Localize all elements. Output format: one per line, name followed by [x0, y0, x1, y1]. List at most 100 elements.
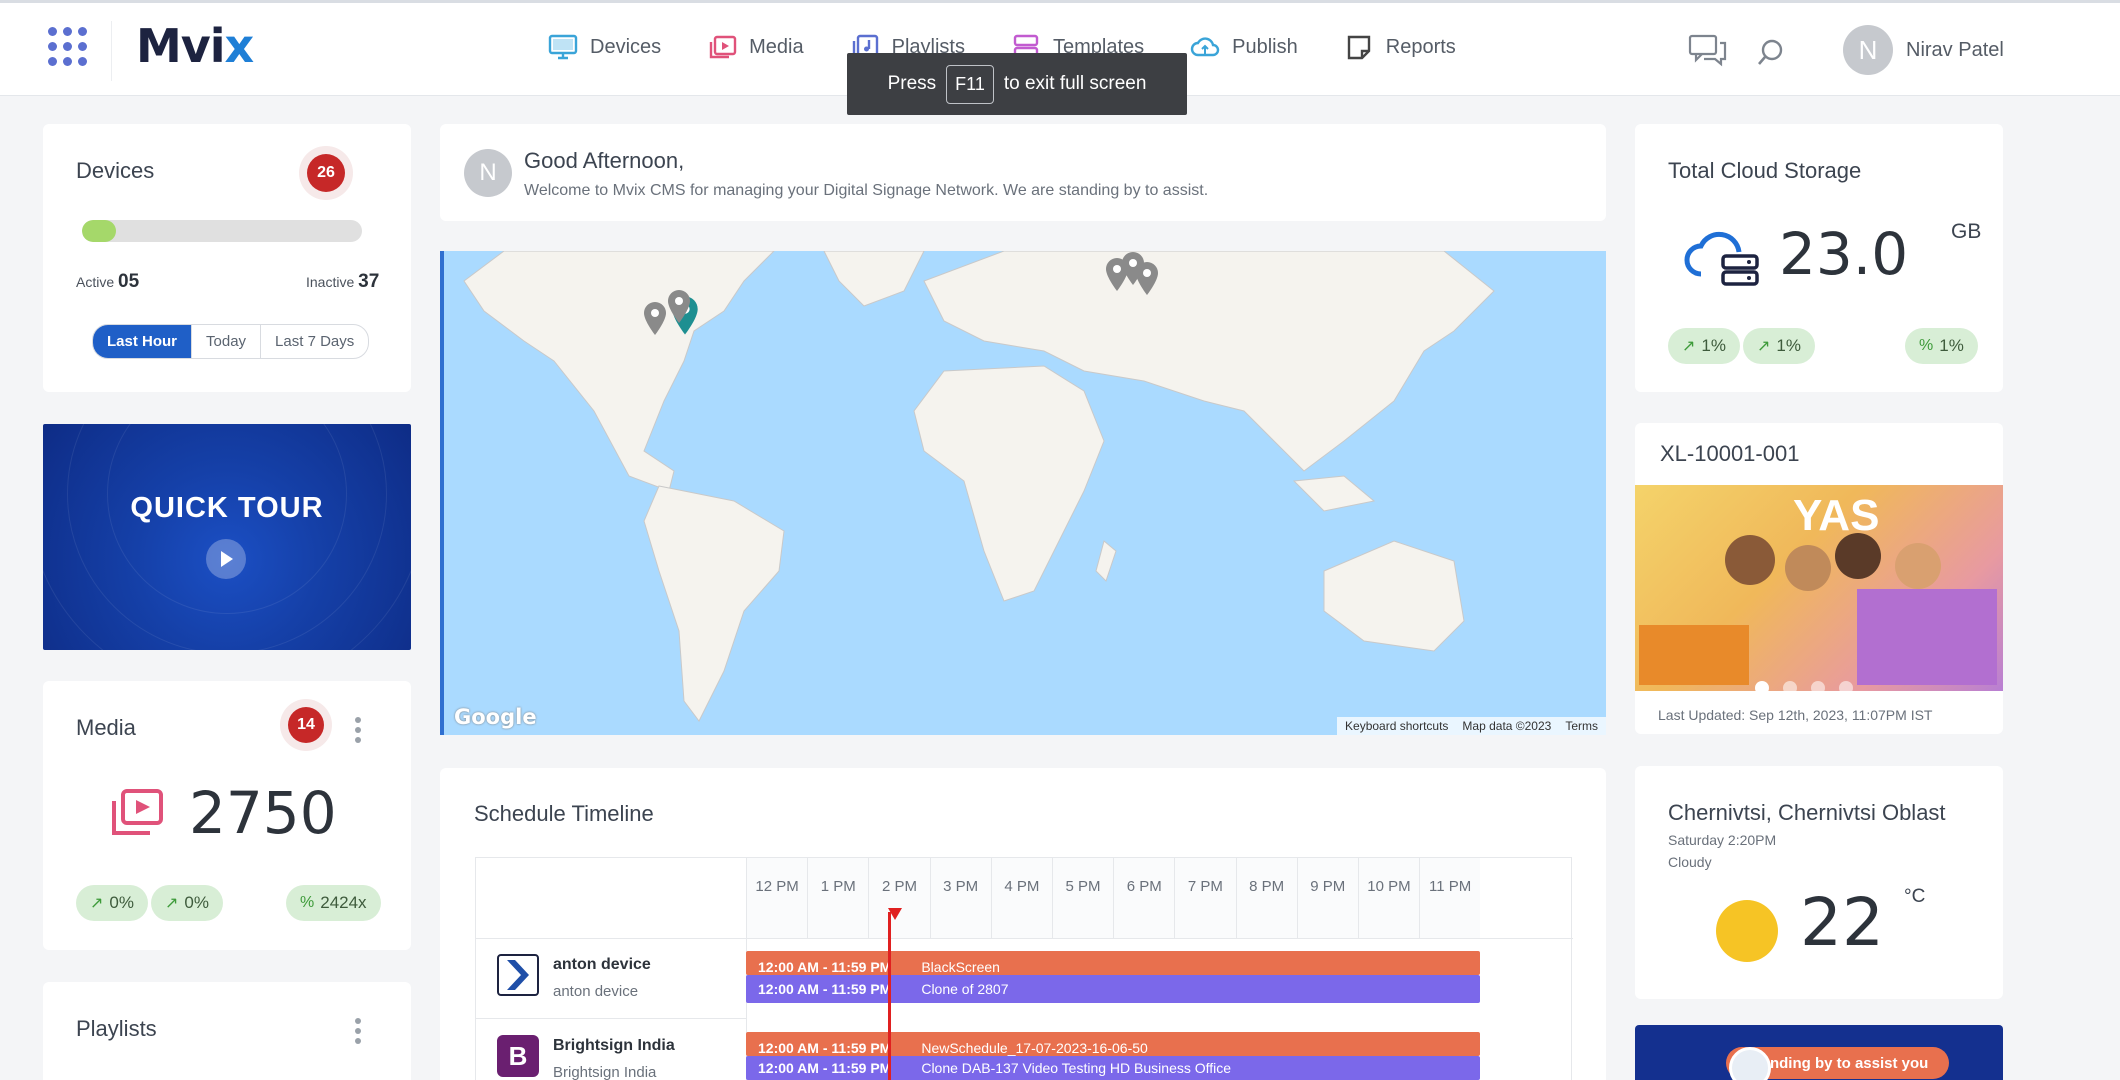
device-pin-icon[interactable]: [642, 301, 668, 337]
card-title[interactable]: XL-10001-001: [1660, 441, 1799, 467]
weather-condition: Cloudy: [1668, 854, 1712, 870]
last-updated: Last Updated: Sep 12th, 2023, 11:07PM IS…: [1658, 707, 1933, 723]
avatar[interactable]: N: [1843, 25, 1893, 75]
user-name[interactable]: Nirav Patel: [1906, 39, 2004, 62]
map-data-label: Map data ©2023: [1462, 719, 1552, 733]
active-stat: Active 05: [76, 271, 140, 292]
terms-link[interactable]: Terms: [1565, 719, 1598, 733]
range-today[interactable]: Today: [192, 325, 262, 358]
mvix-logo[interactable]: Mvix: [136, 19, 254, 73]
more-icon[interactable]: [355, 717, 361, 747]
device-subtitle: Brightsign India: [553, 1064, 657, 1080]
device-preview-card: XL-10001-001 YAS Last Updated: Sep 12th,…: [1635, 423, 2003, 734]
nav-label: Publish: [1232, 35, 1298, 58]
storage-value: 23.0: [1779, 220, 1909, 288]
device-logo-icon: [497, 954, 539, 996]
nav-label: Reports: [1385, 35, 1456, 58]
map-attribution: Keyboard shortcuts Map data ©2023 Terms: [1337, 717, 1606, 735]
range-last-hour[interactable]: Last Hour: [93, 325, 193, 358]
timeline-hour: 8 PM: [1235, 858, 1297, 938]
stat-pill: % 2424x: [286, 885, 381, 921]
nav-publish[interactable]: Publish: [1190, 33, 1298, 61]
toast-key: F11: [946, 64, 994, 104]
assist-banner[interactable]: Standing by to assist you: [1635, 1025, 2003, 1080]
inactive-stat: Inactive 37: [306, 271, 380, 292]
timeline-hour: 11 PM: [1419, 858, 1480, 938]
greeting-card: N Good Afternoon, Welcome to Mvix CMS fo…: [440, 124, 1606, 221]
device-name[interactable]: Brightsign India: [553, 1037, 675, 1055]
cloud-icon: [1190, 37, 1220, 57]
timeline-hour: 7 PM: [1174, 858, 1235, 938]
media-count-badge: 14: [288, 707, 324, 743]
schedule-bar[interactable]: 12:00 AM - 11:59 PM Clone of 2807: [746, 975, 1480, 1003]
toast-suffix: to exit full screen: [1003, 73, 1147, 94]
stat-pill: ↗ 1%: [1668, 328, 1740, 364]
weather-card: Chernivtsi, Chernivtsi Oblast Saturday 2…: [1635, 766, 2003, 999]
nav-media[interactable]: Media: [707, 33, 804, 61]
temperature: 22: [1800, 884, 1884, 961]
timeline-hour: 6 PM: [1113, 858, 1174, 938]
map-canvas: [463, 251, 1495, 722]
media-icon: [112, 789, 163, 835]
toast-prefix: Press: [887, 73, 937, 94]
brightsign-logo-icon: B: [497, 1035, 539, 1077]
divider: [111, 21, 112, 81]
schedule-bar[interactable]: 12:00 AM - 11:59 PM Clone DAB-137 Video T…: [746, 1056, 1480, 1080]
play-icon[interactable]: [206, 539, 246, 579]
nav-label: Devices: [590, 35, 662, 58]
now-line: [888, 912, 891, 1080]
preview-image-text: YAS: [1793, 491, 1880, 540]
card-title: Devices: [76, 158, 155, 183]
device-pin-icon[interactable]: [666, 289, 692, 325]
card-title: Media: [76, 715, 136, 740]
preview-image[interactable]: YAS: [1635, 485, 2003, 695]
quick-tour-banner[interactable]: QUICK TOUR: [43, 424, 411, 650]
active-devices-bar: [82, 220, 362, 242]
search-icon[interactable]: [1756, 37, 1786, 67]
timeline-hour: 2 PM: [868, 858, 929, 938]
avatar: N: [464, 149, 512, 197]
chat-icon[interactable]: [1688, 33, 1728, 67]
timeline-hours: 12 PM 1 PM 2 PM 3 PM 4 PM 5 PM 6 PM 7 PM 8 PM 9 P…: [746, 858, 1481, 938]
device-name[interactable]: anton device: [553, 956, 651, 974]
range-last-7-days[interactable]: Last 7 Days: [261, 325, 368, 358]
fullscreen-notice: Press F11 to exit full screen: [847, 53, 1187, 115]
card-title: Schedule Timeline: [474, 801, 654, 826]
temperature-unit: °C: [1904, 886, 1926, 907]
nav-label: Media: [749, 35, 804, 58]
stat-pill: ↗ 1%: [1743, 328, 1815, 364]
sun-icon: [1716, 900, 1778, 962]
media-card: Media 14 2750 ↗ 0% ↗ 0% % 2424x: [43, 681, 411, 950]
keyboard-shortcuts-link[interactable]: Keyboard shortcuts: [1345, 719, 1448, 733]
timeline-hour: 10 PM: [1357, 858, 1419, 938]
card-title: Total Cloud Storage: [1668, 158, 1862, 183]
world-map[interactable]: Google Keyboard shortcuts Map data ©2023…: [440, 251, 1606, 735]
range-selector: Last Hour Today Last 7 Days: [92, 324, 370, 359]
schedule-bar[interactable]: 12:00 AM - 11:59 PM NewSchedule_17-07-202…: [746, 1032, 1480, 1056]
nav-devices[interactable]: Devices: [548, 33, 661, 61]
greeting-title: Good Afternoon,: [524, 148, 685, 173]
media-icon: [709, 35, 737, 59]
quick-tour-title: QUICK TOUR: [130, 492, 324, 524]
apps-grid-icon[interactable]: [48, 27, 88, 67]
monitor-icon: [548, 34, 578, 60]
timeline-hour: 4 PM: [990, 858, 1052, 938]
google-logo: Google: [454, 705, 537, 729]
schedule-bar[interactable]: 12:00 AM - 11:59 PM BlackScreen: [746, 951, 1480, 975]
stat-pill: ↗ 0%: [76, 885, 148, 921]
cloud-storage-icon: [1684, 231, 1759, 286]
more-icon[interactable]: [355, 1018, 361, 1048]
timeline-hour: 9 PM: [1296, 858, 1358, 938]
media-total: 2750: [189, 779, 337, 847]
progress-fill: [82, 220, 116, 242]
nav-reports[interactable]: Reports: [1344, 33, 1456, 61]
timeline-hour: 5 PM: [1051, 858, 1113, 938]
weather-location: Chernivtsi, Chernivtsi Oblast: [1668, 800, 1946, 825]
stat-pill: ↗ 0%: [151, 885, 223, 921]
reports-icon: [1347, 35, 1370, 60]
timeline-hour: 3 PM: [929, 858, 991, 938]
playlists-card: Playlists: [43, 982, 411, 1080]
device-pin-icon[interactable]: [1134, 261, 1160, 297]
timeline-hour: 12 PM: [746, 858, 807, 938]
devices-count-badge: 26: [307, 154, 345, 192]
